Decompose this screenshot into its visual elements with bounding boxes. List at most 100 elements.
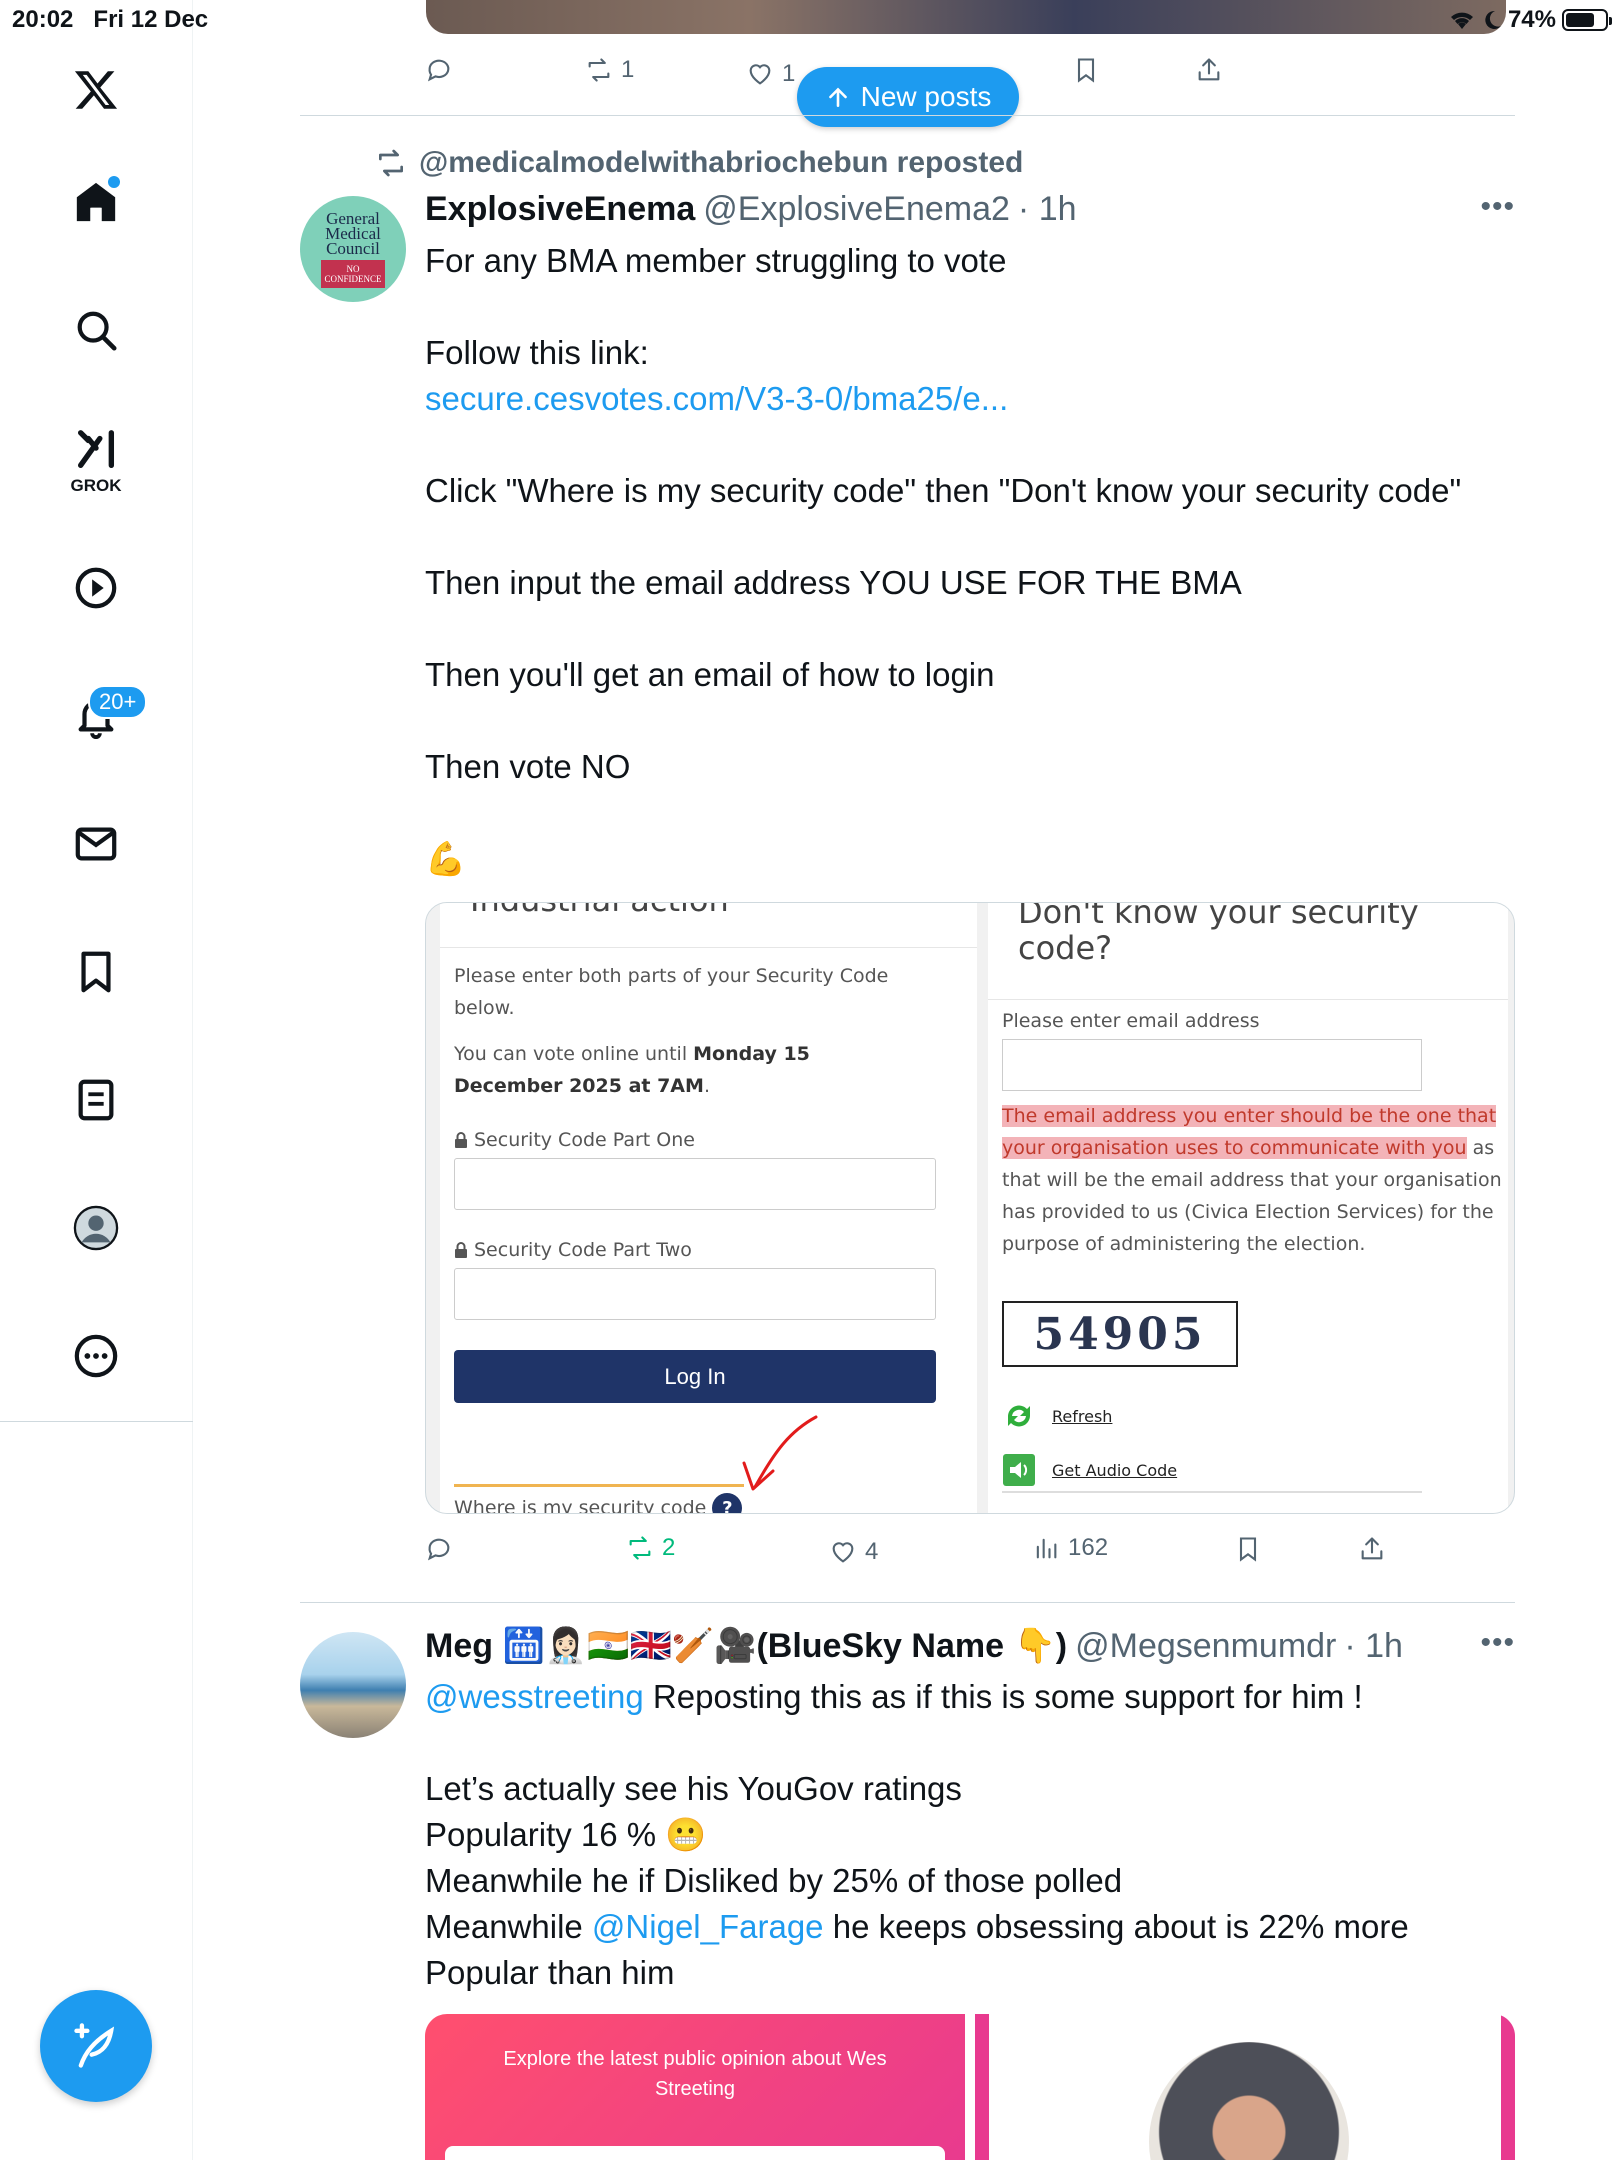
- tweet-line: [425, 790, 1515, 836]
- share-button[interactable]: [1358, 1535, 1386, 1563]
- share-button[interactable]: [1195, 56, 1223, 84]
- like-button[interactable]: 1: [746, 60, 795, 88]
- arrow-up-icon: [828, 87, 847, 107]
- tweet-line: [425, 284, 1515, 330]
- battery-icon: [1562, 9, 1612, 31]
- security-intro: Please enter both parts of your Security…: [454, 965, 889, 1019]
- profile-icon[interactable]: [66, 1198, 126, 1258]
- panel-heading: Industrial action: [470, 903, 729, 919]
- media-panel-right: [975, 2014, 1515, 2160]
- views-chart-icon: [1036, 1538, 1057, 1559]
- mention-link[interactable]: @wesstreeting: [425, 1678, 644, 1715]
- panel-divider: [1002, 1491, 1422, 1493]
- media-caption: Explore the latest public opinion about …: [503, 2048, 887, 2100]
- code-part-two-label: Security Code Part Two: [454, 1239, 692, 1261]
- tweet-line: Then input the email address YOU USE FOR…: [425, 564, 1242, 601]
- more-options-icon[interactable]: •••: [1480, 1626, 1515, 1660]
- views-button[interactable]: 162: [1032, 1534, 1108, 1562]
- tweet-body: For any BMA member struggling to vote Fo…: [425, 238, 1515, 882]
- bookmark-icon: [1077, 58, 1095, 83]
- new-posts-button[interactable]: New posts: [797, 67, 1019, 127]
- panel-divider: [440, 947, 977, 948]
- media-panel-right: Don't know your security code? Please en…: [988, 902, 1508, 1513]
- code-part-one-input[interactable]: [454, 1158, 936, 1210]
- tweet-body: @wesstreeting Reposting this as if this …: [425, 1674, 1515, 1996]
- notifications-badge: 20+: [88, 685, 148, 719]
- repost-button[interactable]: 2: [626, 1534, 675, 1562]
- lists-icon[interactable]: [66, 1070, 126, 1130]
- repost-icon: [629, 1536, 651, 1560]
- repost-count: 1: [621, 56, 635, 83]
- like-count: 1: [782, 60, 796, 87]
- email-input[interactable]: [1002, 1039, 1422, 1091]
- like-button[interactable]: 4: [829, 1538, 878, 1566]
- new-posts-label: New posts: [860, 81, 992, 112]
- search-icon[interactable]: [66, 300, 126, 360]
- status-time: 20:02 Fri 12 Dec: [12, 6, 209, 33]
- refresh-captcha-link[interactable]: Refresh: [1002, 1399, 1112, 1433]
- tweet-link[interactable]: secure.cesvotes.com/V3-3-0/bma25/e...: [425, 376, 1515, 422]
- more-options-icon[interactable]: •••: [1480, 190, 1515, 224]
- code-part-one-label: Security Code Part One: [454, 1129, 695, 1151]
- tweet-emoji: 💪: [425, 840, 467, 877]
- x-logo-icon[interactable]: [66, 60, 126, 120]
- tweet-line: [425, 606, 1515, 652]
- bookmark-icon: [1239, 1537, 1257, 1562]
- author-handle[interactable]: @ExplosiveEnema2: [703, 190, 1010, 229]
- compose-button[interactable]: [40, 1990, 152, 2102]
- reply-button[interactable]: [425, 1535, 453, 1563]
- panel-heading: Don't know your security: [1018, 902, 1419, 931]
- tweet-line: Popular than him: [425, 1954, 675, 1991]
- lock-icon: [455, 1132, 467, 1148]
- speaker-icon: [1003, 1454, 1035, 1486]
- tweet-media[interactable]: Industrial action Please enter both part…: [425, 902, 1515, 1514]
- tweet-time[interactable]: · 1h: [1018, 190, 1077, 229]
- tweet-header: Meg 🛗👩🏻‍⚕️🇮🇳🇬🇧🏏🎥(BlueSky Name 👇) @Megsen…: [425, 1626, 1403, 1666]
- repost-by-label: @medicalmodelwithabriochebun reposted: [419, 146, 1024, 179]
- media-search-box: [445, 2146, 945, 2160]
- portrait-photo: [1149, 2042, 1349, 2160]
- tweet-media[interactable]: Explore the latest public opinion about …: [425, 2014, 1515, 2160]
- tweet-line: @wesstreeting Reposting this as if this …: [425, 1678, 1363, 1715]
- grok-icon[interactable]: [66, 420, 126, 480]
- underline-accent: [454, 1484, 744, 1487]
- author-name[interactable]: ExplosiveEnema: [425, 190, 695, 229]
- reply-button[interactable]: [425, 56, 453, 84]
- lock-icon: [455, 1242, 467, 1258]
- grok-label: GROK: [70, 476, 122, 495]
- tweet-line: [425, 698, 1515, 744]
- bookmark-button[interactable]: [1234, 1535, 1262, 1563]
- reply-icon: [427, 1538, 450, 1561]
- mention-link[interactable]: @Nigel_Farage: [592, 1908, 824, 1945]
- audio-code-link[interactable]: Get Audio Code: [1002, 1453, 1177, 1487]
- tweet-line: Meanwhile @Nigel_Farage he keeps obsessi…: [425, 1908, 1409, 1945]
- avatar[interactable]: General Medical Council NO CONFIDENCE: [300, 196, 406, 302]
- author-handle[interactable]: @Megsenmumdr: [1075, 1627, 1336, 1666]
- divider: [300, 115, 1515, 116]
- mail-icon[interactable]: [66, 814, 126, 874]
- where-security-code-link[interactable]: Where is my security code ?: [454, 1493, 743, 1513]
- login-button[interactable]: Log In: [454, 1350, 936, 1403]
- share-icon: [1198, 58, 1220, 81]
- tweet-line: Then you'll get an email of how to login: [425, 656, 995, 693]
- bookmark-button[interactable]: [1072, 56, 1100, 84]
- tweet-line: Then vote NO: [425, 748, 631, 785]
- panel-divider: [988, 999, 1508, 1000]
- more-icon[interactable]: [66, 1326, 126, 1386]
- repost-button[interactable]: 1: [585, 56, 634, 84]
- avatar-text: Council: [326, 238, 380, 258]
- code-part-two-input[interactable]: [454, 1268, 936, 1320]
- status-indicators: 74%: [1448, 6, 1612, 34]
- compose-feather-icon: [74, 2023, 115, 2068]
- repost-indicator[interactable]: @medicalmodelwithabriochebun reposted: [375, 146, 1023, 180]
- author-name[interactable]: Meg 🛗👩🏻‍⚕️🇮🇳🇬🇧🏏🎥(BlueSky Name 👇): [425, 1626, 1067, 1666]
- bookmark-icon[interactable]: [66, 942, 126, 1002]
- repost-icon: [588, 58, 610, 82]
- avatar[interactable]: [300, 1632, 406, 1738]
- red-arrow-annotation: [742, 1415, 818, 1491]
- video-play-icon[interactable]: [66, 558, 126, 618]
- tweet-line: [425, 422, 1515, 468]
- wifi-icon: [1450, 12, 1473, 29]
- tweet-time[interactable]: · 1h: [1344, 1627, 1403, 1666]
- sidebar: GROK 20+: [0, 0, 193, 2160]
